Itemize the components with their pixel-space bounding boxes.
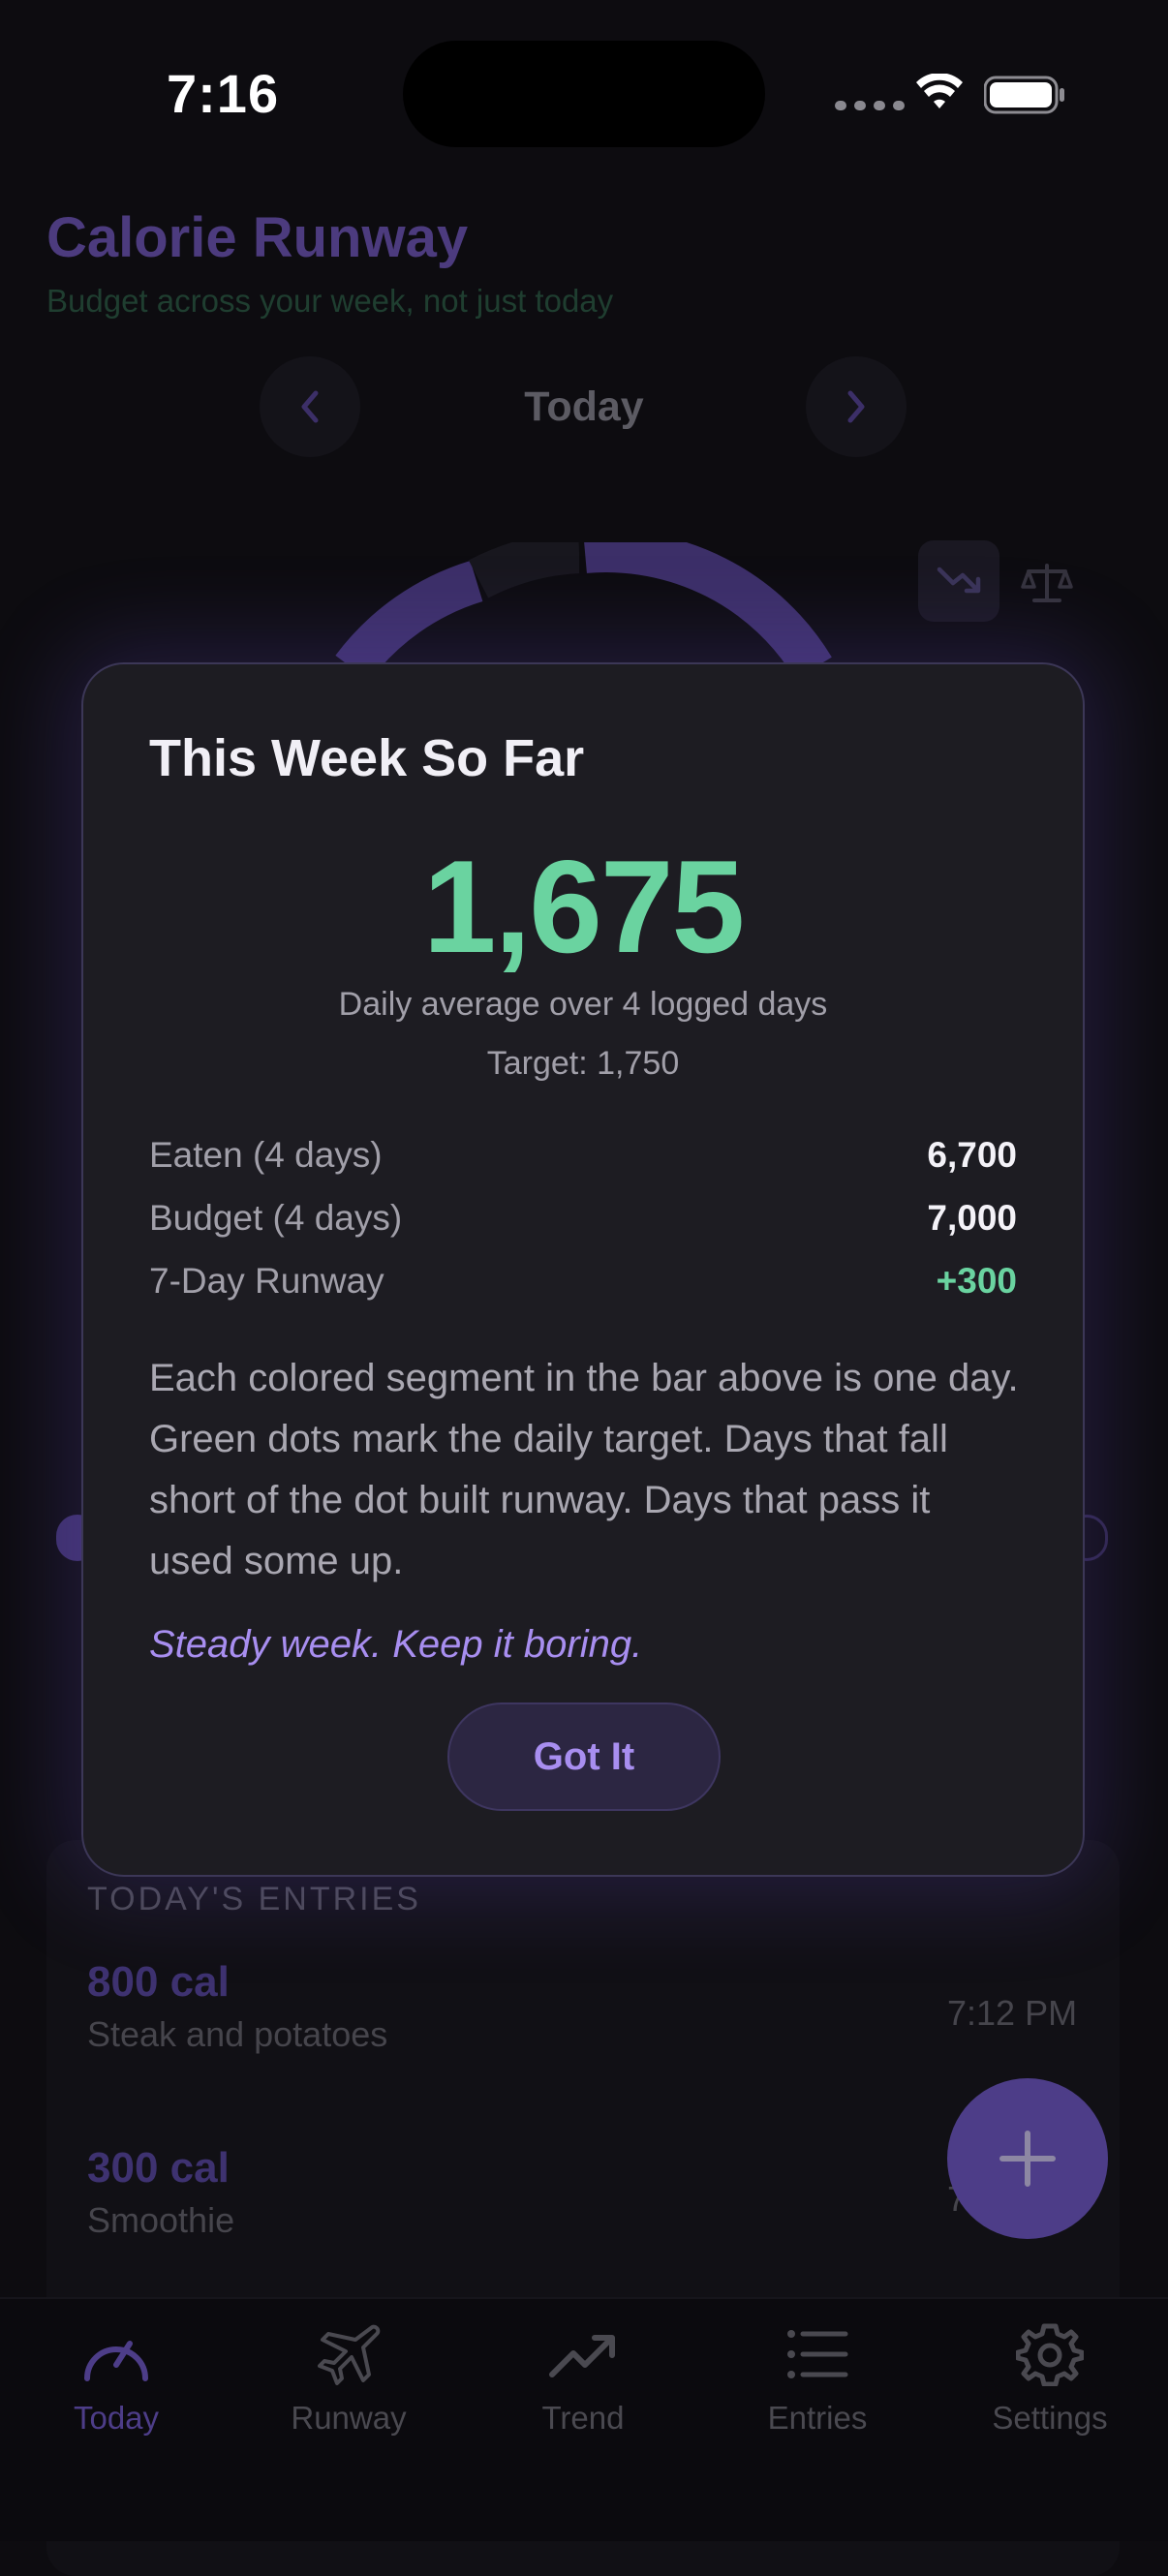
add-entry-button[interactable] <box>947 2078 1108 2239</box>
modal-title: This Week So Far <box>149 729 585 787</box>
entry-description: Steak and potatoes <box>87 2014 388 2054</box>
trend-view-toggle[interactable] <box>918 540 999 622</box>
budget-row: Budget (4 days) 7,000 <box>149 1198 1017 1239</box>
entry-calories: 800 cal <box>87 1958 230 2006</box>
row-label: Eaten (4 days) <box>149 1135 383 1175</box>
entry-description: Smoothie <box>87 2200 235 2240</box>
battery-icon <box>984 76 1064 114</box>
list-item[interactable]: 300 cal Smoothie <box>87 2144 234 2241</box>
trend-icon <box>549 2335 615 2377</box>
status-time: 7:16 <box>167 63 280 124</box>
tab-label: Settings <box>992 2400 1108 2436</box>
entry-calories: 300 cal <box>87 2144 230 2192</box>
explanation-text: Each colored segment in the bar above is… <box>149 1357 1019 1582</box>
plus-icon <box>999 2131 1056 2187</box>
gear-icon <box>1016 2323 1084 2386</box>
app-title: Calorie Runway <box>46 206 469 269</box>
airplane-icon <box>318 2324 381 2385</box>
balance-scale-icon[interactable] <box>1021 562 1073 604</box>
list-item[interactable]: 800 cal Steak and potatoes <box>87 1958 387 2055</box>
week-summary-modal: This Week So Far 1,675 Daily average ove… <box>81 662 1085 1877</box>
tab-entries[interactable]: Entries <box>721 2322 914 2437</box>
chevron-right-icon <box>847 390 865 423</box>
row-label: Budget (4 days) <box>149 1198 403 1238</box>
gauge-icon <box>84 2341 148 2381</box>
row-value: +300 <box>936 1261 1017 1301</box>
encouragement-quote: Steady week. Keep it boring. <box>149 1623 643 1666</box>
row-value: 6,700 <box>927 1135 1017 1175</box>
dynamic-island <box>403 41 765 147</box>
tab-label: Today <box>73 2400 160 2436</box>
app-subtitle: Budget across your week, not just today <box>46 283 614 319</box>
tab-label: Trend <box>541 2400 625 2436</box>
daily-average-value: 1,675 <box>422 833 745 980</box>
next-day-button[interactable] <box>806 356 907 457</box>
got-it-button[interactable]: Got It <box>447 1702 721 1811</box>
wifi-icon <box>916 74 963 108</box>
tab-label: Runway <box>291 2400 407 2436</box>
target-label: Target: 1,750 <box>486 1045 680 1082</box>
list-icon <box>787 2330 848 2378</box>
daily-average-caption: Daily average over 4 logged days <box>338 986 828 1023</box>
tab-runway[interactable]: Runway <box>252 2322 446 2437</box>
row-label: 7-Day Runway <box>149 1261 384 1301</box>
entries-header: TODAY'S ENTRIES <box>87 1881 421 1917</box>
tab-today[interactable]: Today <box>19 2322 213 2437</box>
cellular-signal-icon <box>835 101 905 110</box>
entry-time: 7:12 PM <box>947 1993 1078 2033</box>
runway-ring <box>335 542 832 668</box>
tab-settings[interactable]: Settings <box>953 2322 1147 2437</box>
runway-row: 7-Day Runway +300 <box>149 1261 1017 1302</box>
eaten-row: Eaten (4 days) 6,700 <box>149 1135 1017 1176</box>
tab-trend[interactable]: Trend <box>486 2322 680 2437</box>
row-value: 7,000 <box>927 1198 1017 1238</box>
current-day-label: Today <box>524 383 644 430</box>
trend-down-icon <box>937 567 981 594</box>
tab-label: Entries <box>767 2400 868 2436</box>
